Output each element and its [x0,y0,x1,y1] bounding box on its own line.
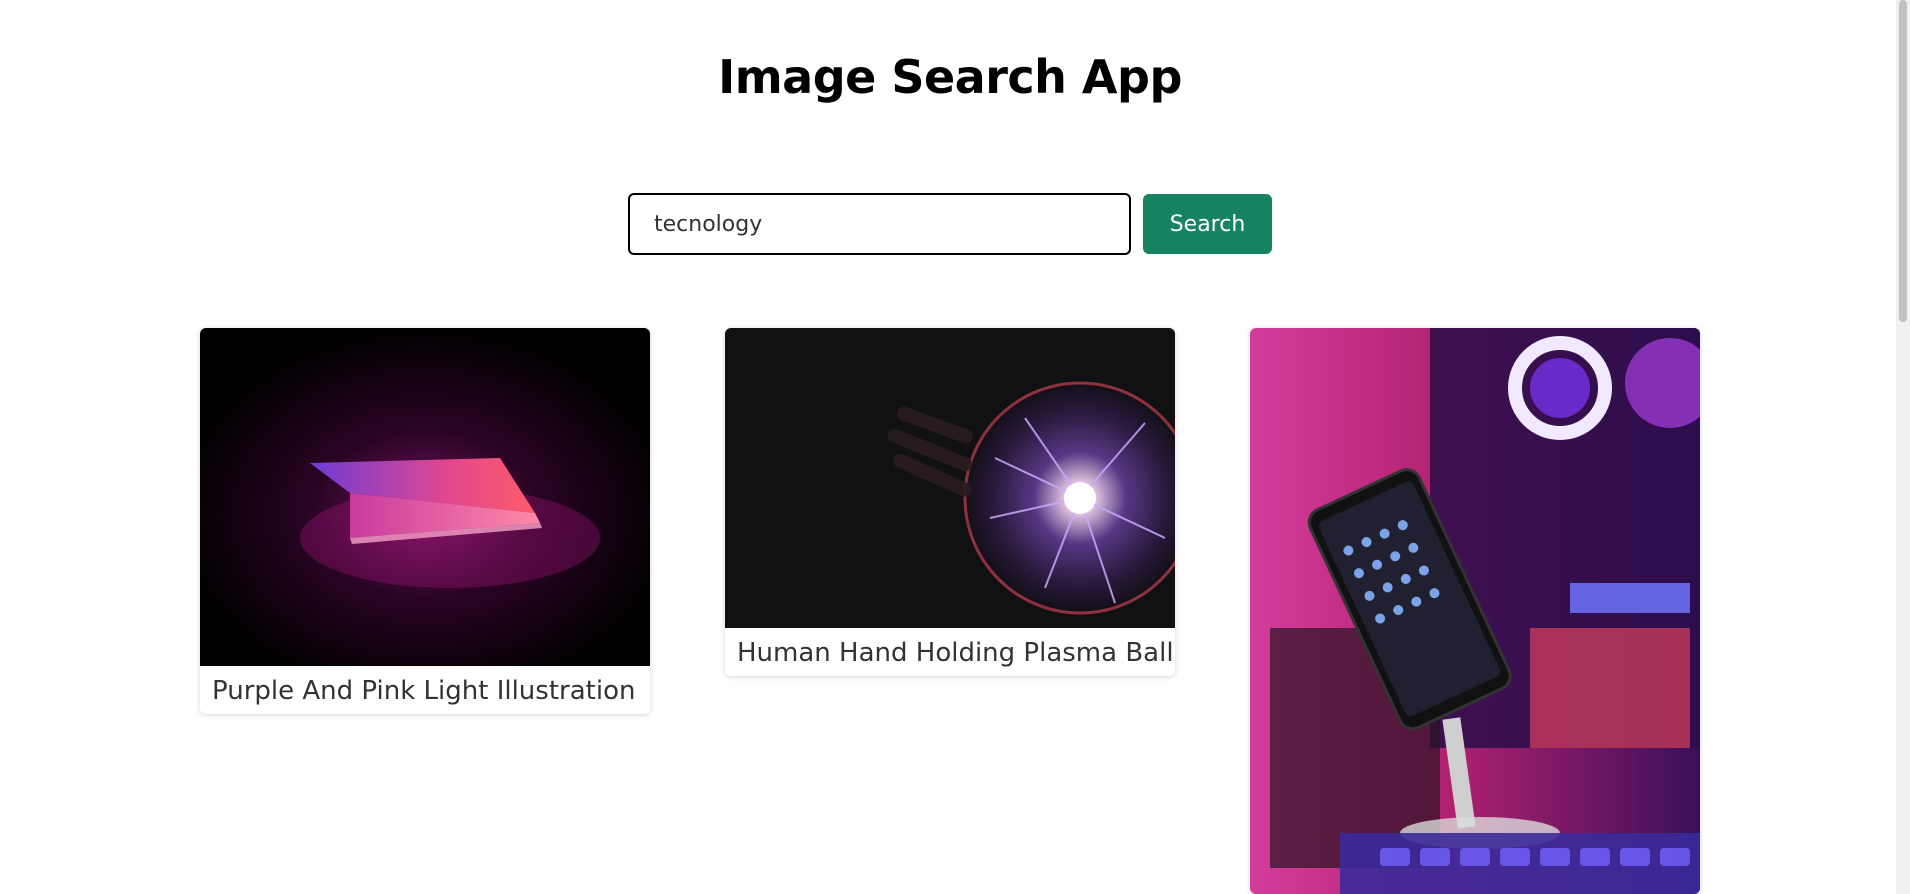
result-card[interactable] [1250,328,1700,894]
search-button[interactable]: Search [1143,194,1272,254]
result-card[interactable]: Human Hand Holding Plasma Ball [725,328,1175,676]
search-form: Search [628,193,1272,255]
scrollbar-thumb[interactable] [1899,0,1907,322]
result-caption: Human Hand Holding Plasma Ball [737,638,1174,668]
smartphone-pc-setup-image [1250,328,1700,894]
laptop-glow-image [200,328,650,666]
plasma-ball-image [725,328,1175,628]
page-title: Image Search App [718,50,1182,104]
scrollbar[interactable] [1896,0,1910,894]
page: Image Search App Search [0,0,1910,894]
search-input[interactable] [628,193,1131,255]
result-caption: Purple And Pink Light Illustration [212,676,636,706]
result-card[interactable]: Purple And Pink Light Illustration [200,328,650,714]
